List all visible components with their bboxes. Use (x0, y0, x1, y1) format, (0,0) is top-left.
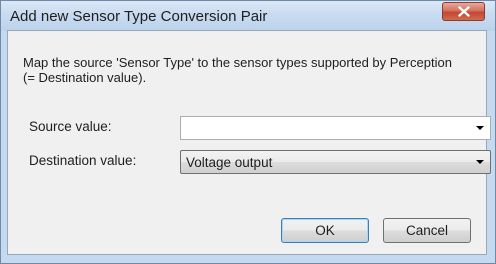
title-bar[interactable]: Add new Sensor Type Conversion Pair (1, 1, 495, 31)
destination-value-dropdown[interactable]: Voltage output (180, 150, 491, 174)
cancel-button[interactable]: Cancel (383, 218, 471, 243)
close-button[interactable] (442, 2, 485, 21)
close-icon (458, 6, 470, 17)
source-value-combobox[interactable] (180, 116, 491, 140)
destination-value-label: Destination value: (29, 153, 137, 168)
chevron-down-icon[interactable] (476, 126, 484, 130)
dialog-title: Add new Sensor Type Conversion Pair (10, 8, 268, 25)
source-value-label: Source value: (29, 119, 112, 134)
ok-button[interactable]: OK (281, 218, 369, 243)
destination-value-text: Voltage output (186, 155, 273, 170)
dialog-description: Map the source 'Sensor Type' to the sens… (23, 55, 452, 85)
chevron-down-icon[interactable] (476, 160, 484, 164)
